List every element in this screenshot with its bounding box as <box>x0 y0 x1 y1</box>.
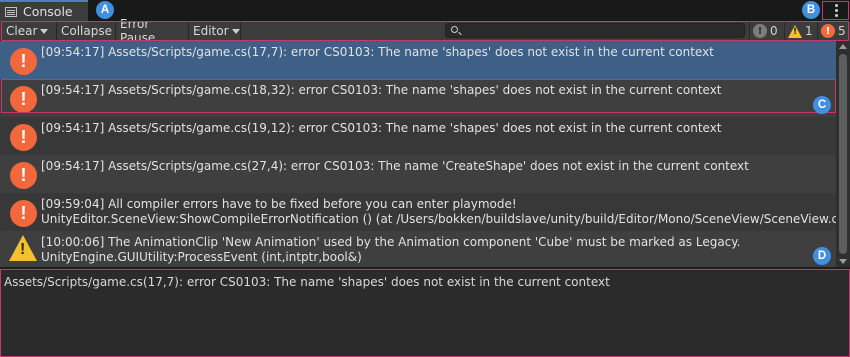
log-message: [09:59:04] All compiler errors have to b… <box>41 197 517 211</box>
tab-console-label: Console <box>23 4 73 19</box>
warning-icon <box>788 24 802 38</box>
error-count-toggle[interactable]: ! 5 <box>817 21 850 41</box>
info-count: 0 <box>770 24 778 38</box>
log-row[interactable]: ! [09:54:17] Assets/Scripts/game.cs(27,4… <box>0 155 836 193</box>
editor-dropdown-label: Editor <box>193 24 229 38</box>
log-message: [09:54:17] Assets/Scripts/game.cs(27,4):… <box>41 159 749 173</box>
error-icon: ! <box>10 162 37 189</box>
editor-dropdown[interactable]: Editor <box>189 21 241 41</box>
collapse-toggle[interactable]: Collapse <box>57 21 116 41</box>
log-row[interactable]: ! [09:54:17] Assets/Scripts/game.cs(18,3… <box>0 79 836 117</box>
clear-button-label: Clear <box>6 24 38 38</box>
search-input[interactable] <box>445 23 745 38</box>
log-list: ! [09:54:17] Assets/Scripts/game.cs(17,7… <box>0 41 850 268</box>
log-row[interactable]: ! [09:54:17] Assets/Scripts/game.cs(19,1… <box>0 117 836 155</box>
callout-d: D <box>813 247 831 265</box>
search-icon <box>451 26 458 33</box>
log-stack-trace: UnityEngine.GUIUtility:ProcessEvent (int… <box>41 250 362 264</box>
tab-console[interactable]: Console <box>0 0 88 21</box>
kebab-menu-icon[interactable] <box>827 2 845 19</box>
clear-button[interactable]: Clear <box>2 21 57 41</box>
log-row[interactable]: ! [09:59:04] All compiler errors have to… <box>0 193 850 231</box>
log-message: [09:54:17] Assets/Scripts/game.cs(18,32)… <box>41 83 722 97</box>
scroll-down-arrow-icon[interactable] <box>839 259 847 264</box>
chevron-down-icon[interactable] <box>40 28 49 34</box>
scrollbar-thumb[interactable] <box>839 54 847 254</box>
console-tab-icon <box>5 6 17 17</box>
log-message: [10:00:06] The AnimationClip 'New Animat… <box>41 235 741 249</box>
warning-count-toggle[interactable]: 1 <box>784 21 817 41</box>
log-message: [09:54:17] Assets/Scripts/game.cs(19,12)… <box>41 121 722 135</box>
log-row[interactable]: ! [09:54:17] Assets/Scripts/game.cs(17,7… <box>0 41 836 79</box>
error-icon: ! <box>10 86 37 113</box>
log-message: [09:54:17] Assets/Scripts/game.cs(17,7):… <box>41 45 714 59</box>
error-icon: ! <box>821 24 835 38</box>
callout-a: A <box>96 1 114 19</box>
collapse-toggle-label: Collapse <box>61 24 112 38</box>
error-pause-toggle[interactable]: Error Pause <box>116 17 189 45</box>
info-count-toggle[interactable]: ! 0 <box>749 21 784 41</box>
info-icon: ! <box>753 24 767 38</box>
scroll-up-arrow-icon[interactable] <box>839 44 847 49</box>
message-detail-pane: Assets/Scripts/game.cs(17,7): error CS01… <box>0 269 850 357</box>
warning-icon: ! <box>9 235 37 261</box>
log-stack-trace: UnityEditor.SceneView:ShowCompileErrorNo… <box>41 212 850 226</box>
callout-b: B <box>802 1 820 19</box>
callout-c: C <box>813 96 831 114</box>
error-icon: ! <box>10 48 37 75</box>
error-icon: ! <box>10 124 37 151</box>
error-count: 5 <box>838 24 846 38</box>
chevron-down-icon <box>231 28 240 34</box>
detail-message: Assets/Scripts/game.cs(17,7): error CS01… <box>4 275 610 289</box>
log-row[interactable]: ! [10:00:06] The AnimationClip 'New Anim… <box>0 231 836 268</box>
warning-count: 1 <box>805 24 813 38</box>
error-icon: ! <box>10 200 37 227</box>
